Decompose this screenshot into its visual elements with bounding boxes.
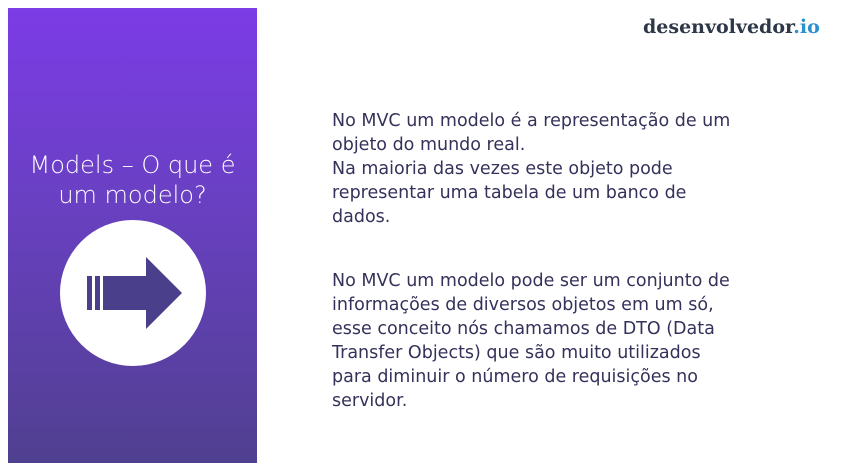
brand-name: desenvolvedor (643, 16, 794, 38)
arrow-circle (60, 220, 206, 366)
paragraph-1: No MVC um modelo é a representação de um… (332, 111, 731, 227)
slide-title: Models – O que é um modelo? (8, 150, 257, 210)
side-panel: Models – O que é um modelo? (8, 8, 257, 463)
brand-tld: .io (793, 16, 820, 38)
slide-title-line-1: Models – O que é (29, 151, 236, 179)
paragraph-2: No MVC um modelo pode ser um conjunto de… (332, 271, 730, 411)
brand-logo: desenvolvedor.io (643, 16, 820, 38)
arrow-right-icon (87, 257, 182, 329)
slide-title-line-2: um modelo? (58, 181, 207, 209)
